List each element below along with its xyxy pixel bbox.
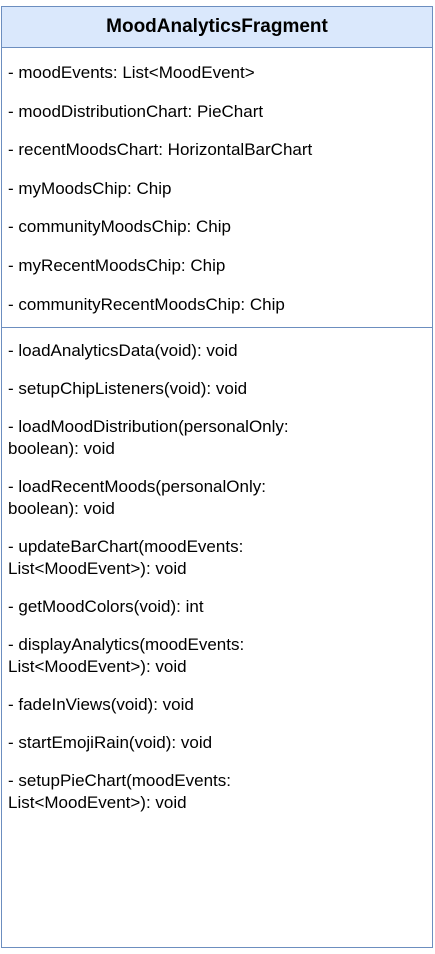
method-item: - loadMoodDistribution(personalOnly: boo… [8, 417, 289, 458]
attribute-item: - myMoodsChip: Chip [8, 178, 172, 198]
methods-section: - loadAnalyticsData(void): void - setupC… [2, 328, 432, 814]
attribute-item: - communityRecentMoodsChip: Chip [8, 294, 285, 314]
method-item: - displayAnalytics(moodEvents: List<Mood… [8, 635, 245, 676]
method-item: - loadRecentMoods(personalOnly: boolean)… [8, 477, 266, 518]
method-item: - updateBarChart(moodEvents: List<MoodEv… [8, 537, 244, 578]
attribute-item: - communityMoodsChip: Chip [8, 217, 231, 237]
class-name: MoodAnalyticsFragment [2, 7, 432, 48]
method-item: - startEmojiRain(void): void [8, 733, 213, 752]
attribute-item: - recentMoodsChart: HorizontalBarChart [8, 140, 313, 160]
method-item: - getMoodColors(void): int [8, 597, 204, 616]
method-item: - fadeInViews(void): void [8, 695, 194, 714]
attribute-item: - myRecentMoodsChip: Chip [8, 255, 226, 275]
attribute-item: - moodEvents: List<MoodEvent> [8, 63, 255, 82]
method-item: - loadAnalyticsData(void): void [8, 341, 238, 360]
attribute-item: - moodDistributionChart: PieChart [8, 101, 264, 121]
uml-class-box: MoodAnalyticsFragment - moodEvents: List… [1, 6, 433, 948]
method-item: - setupPieChart(moodEvents: List<MoodEve… [8, 771, 231, 812]
method-item: - setupChipListeners(void): void [8, 379, 248, 398]
attributes-section: - moodEvents: List<MoodEvent> - moodDist… [2, 48, 432, 328]
